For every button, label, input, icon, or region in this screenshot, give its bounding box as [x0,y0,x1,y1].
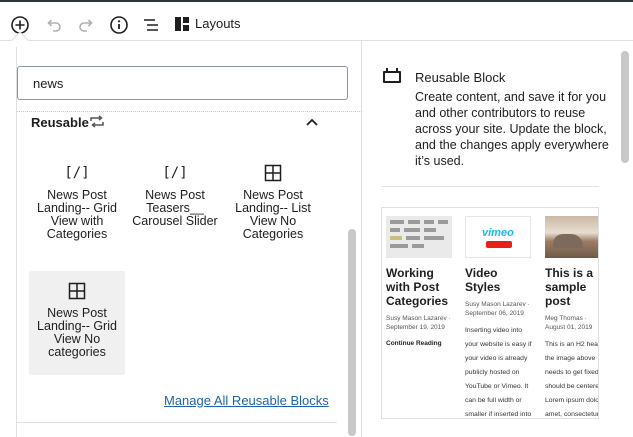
post-title: This is a sample post [545,266,594,308]
post-thumbnail [545,216,598,258]
block-item-label: News Post Landing-- Grid View with Categ… [37,188,117,241]
post-thumbnail: vimeo [465,216,531,258]
vimeo-logo: vimeo [482,227,514,239]
post-title: Working with Post Categories [386,266,449,308]
grid-block-icon [263,163,283,183]
post-thumbnail [386,216,452,258]
layouts-label: Layouts [195,16,241,31]
block-item-label: News Post Landing-- Grid View No categor… [37,306,117,359]
preview-post-card: Working with Post Categories Susy Mason … [386,216,454,347]
youtube-logo [486,241,512,248]
reusable-group-header[interactable]: Reusable [31,112,331,132]
layouts-icon [175,16,189,31]
preview-description: Create content, and save it for you and … [415,90,609,168]
preview-scrollbar[interactable] [621,51,629,163]
block-inserter-popover: news Reusable [/] News Post Landing-- Gr… [0,31,633,437]
toolbar-top-border [0,0,633,2]
bottom-divider [17,422,337,423]
preview-post-card: This is a sample post Meg Thomas · Augus… [545,216,599,418]
inserter-block-list: news Reusable [/] News Post Landing-- Gr… [0,41,362,437]
reusable-block-icon: [/] [64,165,90,181]
reusable-icon [89,115,105,133]
post-title: Video Styles [465,266,501,294]
preview-title: Reusable Block [415,70,506,85]
reusable-block-preview-icon [383,68,401,83]
block-item[interactable]: [/] News Post Landing-- Grid View with C… [29,153,125,257]
preview-divider [381,186,599,187]
grid-block-icon [67,281,87,301]
block-item-label: News Post Teasers__ Carousel Slider [132,188,218,228]
reusable-group-label: Reusable [31,115,89,130]
block-preview-pane: Reusable Block Create content, and save … [363,41,633,437]
list-view-icon[interactable] [140,14,162,36]
search-input-value: news [33,76,64,91]
continue-reading-link: Continue Reading [386,340,442,347]
post-excerpt: This is an H2 headline the image above n… [545,341,599,418]
preview-post-card: vimeo Video Styles Susy Mason Lazarev · … [465,216,533,418]
manage-reusable-blocks-link[interactable]: Manage All Reusable Blocks [164,393,329,408]
post-date: September 19, 2019 [386,324,445,331]
post-date: September 06, 2019 [465,310,524,317]
post-excerpt: Inserting video into your website is eas… [465,327,532,418]
block-item-label: News Post Landing-- List View No Categor… [235,188,311,241]
info-icon[interactable] [108,14,130,36]
chevron-up-icon[interactable] [305,114,319,132]
layouts-button[interactable]: Layouts [175,16,241,31]
search-input[interactable]: news [17,66,348,100]
post-date: August 01, 2019 [545,324,593,331]
reusable-block-icon: [/] [162,165,188,181]
block-item[interactable]: [/] News Post Teasers__ Carousel Slider [127,153,223,257]
undo-icon[interactable] [43,14,65,36]
block-item-selected[interactable]: News Post Landing-- Grid View No categor… [29,271,125,375]
block-preview: Working with Post Categories Susy Mason … [381,207,599,419]
post-author: Meg Thomas · [545,315,587,322]
post-author: Susy Mason Lazarev · [386,315,451,322]
block-list-scrollbar[interactable] [348,229,356,436]
block-item[interactable]: News Post Landing-- List View No Categor… [225,153,321,257]
post-author: Susy Mason Lazarev · [465,301,530,308]
redo-icon[interactable] [75,14,97,36]
